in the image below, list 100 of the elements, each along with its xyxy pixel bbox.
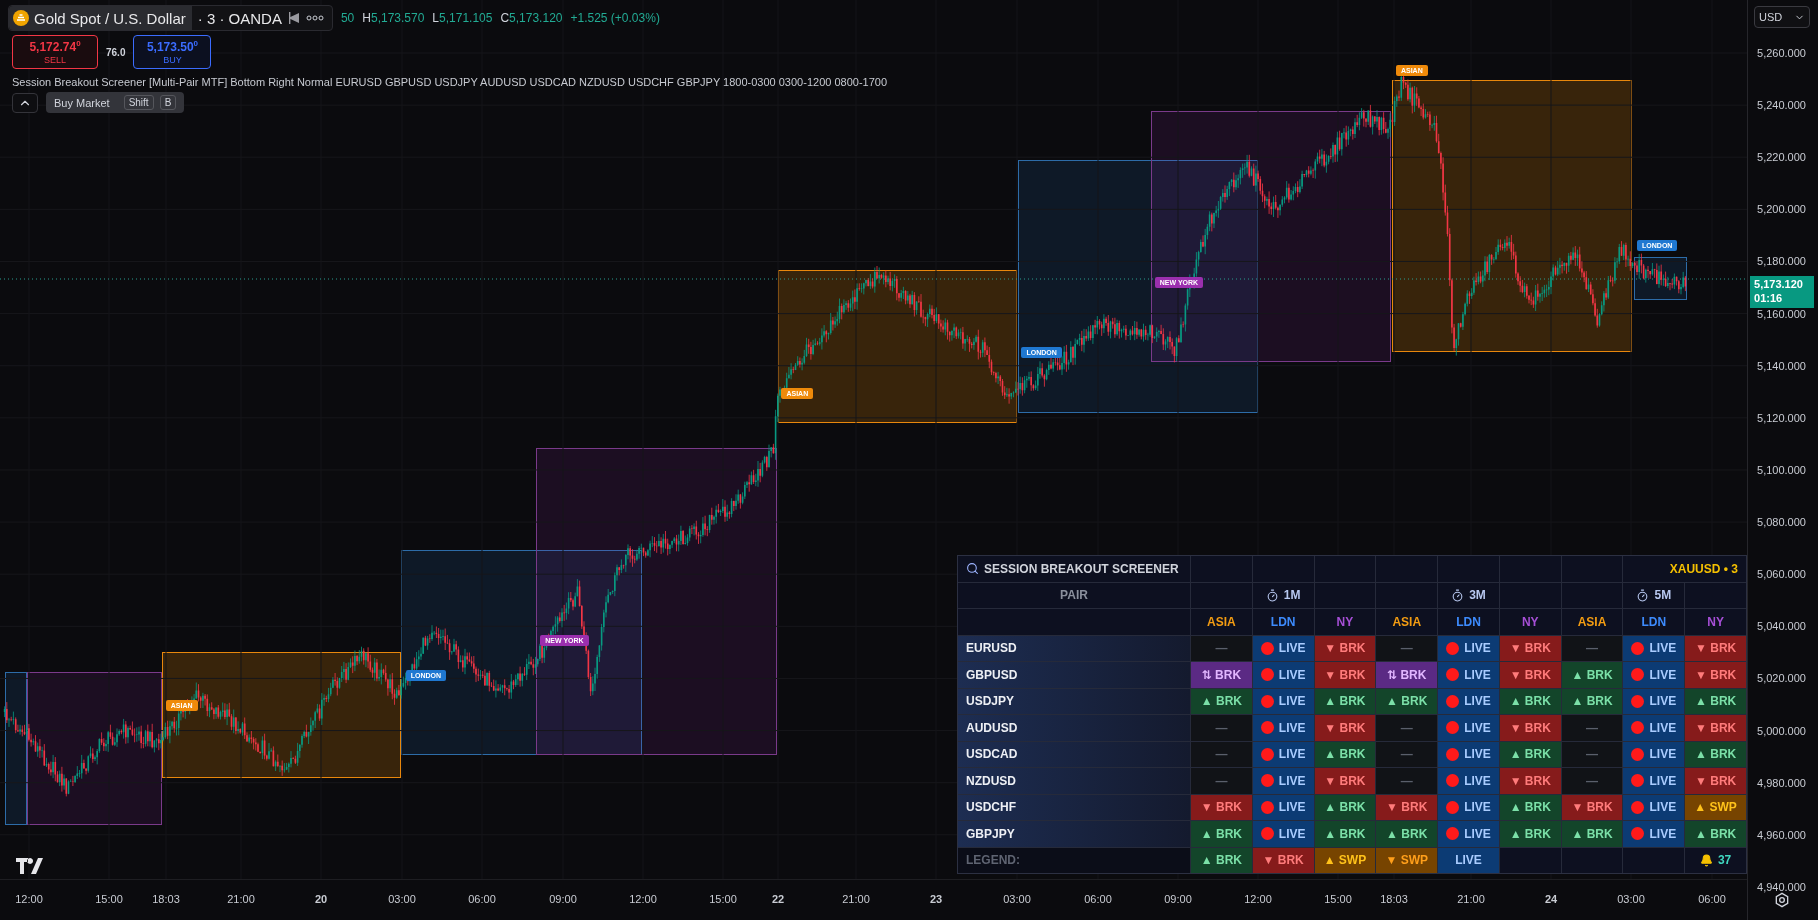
price-label: 5,100.000 [1757,463,1806,476]
status-label: ▼ BRK [1262,853,1304,868]
time-label: 21:00 [227,893,255,906]
symbol-badge: XAUUSD • 3 [1623,556,1746,582]
session-header: ASIA [1191,609,1252,635]
status-label: LIVE [1464,826,1491,841]
time-label: 03:00 [388,893,416,906]
live-dot-icon [1446,694,1460,708]
live-dot-icon [1260,641,1274,655]
timer-icon [1636,588,1650,602]
status-label: ▼ BRK [1509,720,1551,735]
pair-cell: USDJPY [958,688,1190,714]
time-label: 12:00 [629,893,657,906]
status-label: ▲ BRK [1509,800,1551,815]
bar-countdown: 01:16 [1754,291,1784,306]
timeframe-label: 1M [1283,588,1301,603]
price-label: 5,000.000 [1757,724,1806,737]
status-label: — [1586,747,1599,762]
price-label: 5,200.000 [1757,203,1806,216]
price-label: 5,180.000 [1757,255,1806,268]
live-dot-icon [1260,827,1274,841]
symbol-name[interactable]: Gold Spot / U.S. Dollar [9,6,192,30]
ohlc-value: 50 [340,11,355,25]
status-label: — [1400,747,1413,762]
search-icon [966,562,979,576]
status-label: LIVE [1649,826,1677,841]
status-label: ▼ BRK [1695,720,1737,735]
price-label: 5,040.000 [1757,620,1806,633]
key-cap: Shift [123,95,154,110]
status-label: LIVE [1464,641,1491,656]
live-dot-icon [1260,721,1274,735]
status-label: ▼ BRK [1324,720,1366,735]
timer-icon [1451,588,1465,602]
currency-dropdown[interactable]: USD [1754,6,1811,28]
status-label: — [1215,773,1228,788]
price-label: 5,120.000 [1757,411,1806,424]
status-label: LIVE [1278,747,1306,762]
indicator-title: Session Breakout Screener [Multi-Pair MTF] Bottom Right Normal EURUSD GBPUSD USDJPY AUDUSD USDCAD NZDUSD USDCHF GBPJPY 1800-0300 0300-1200 0800-1700 [12,76,888,88]
alert-count: 37 [1717,853,1732,868]
collapse-button[interactable] [12,92,38,113]
live-dot-icon [1260,774,1274,788]
symbol-meta: · 3 · OANDA [197,9,282,27]
status-label: ▲ SWP [1694,800,1737,815]
settings-icon[interactable] [1774,892,1791,908]
key-cap: B [159,95,177,110]
time-label: 20 [314,893,328,906]
live-dot-icon [1631,800,1645,814]
timeframe-label: 5M [1654,588,1672,603]
time-label: 03:00 [1617,893,1645,906]
status-label: LIVE [1455,853,1482,868]
screener-title: SESSION BREAKOUT SCREENER [984,561,1179,576]
status-label: ▼ BRK [1386,800,1428,815]
timer-icon [1265,588,1279,602]
price-label: 5,060.000 [1757,568,1806,581]
live-dot-icon [1631,641,1645,655]
time-label: 03:00 [1003,893,1031,906]
live-dot-icon [1446,827,1460,841]
status-label: LIVE [1464,720,1491,735]
status-label: — [1586,641,1599,656]
tooltip-text: Buy Market [54,96,110,109]
time-label: 24 [1544,893,1558,906]
status-label: ▼ BRK [1571,800,1613,815]
status-label: LIVE [1278,694,1306,709]
status-label: LIVE [1464,694,1491,709]
live-dot-icon [1631,774,1645,788]
pair-cell: GBPUSD [958,662,1190,688]
buy-button[interactable]: 5,173.50$^{0}$ BUY [133,35,212,69]
time-label: 18:03 [152,893,180,906]
spread-value: 76.0 [106,46,126,58]
status-label: LIVE [1649,667,1677,682]
symbol-bar[interactable]: Gold Spot / U.S. Dollar · 3 · OANDA [8,5,333,31]
status-label: LIVE [1278,720,1306,735]
flag-icon[interactable] [287,12,300,24]
ohlc-value: C5,173.120 [500,11,563,25]
ohlc-value: H5,173.570 [362,11,425,25]
time-label: 22 [771,893,785,906]
status-label: LIVE [1464,747,1491,762]
pair-cell: EURUSD [958,635,1190,661]
status-label: ▲ BRK [1571,694,1613,709]
status-label: ▼ BRK [1695,773,1737,788]
time-label: 15:00 [709,893,737,906]
status-label: ▲ BRK [1509,694,1551,709]
status-label: — [1215,747,1228,762]
status-label: LIVE [1649,747,1677,762]
bell-icon [1699,853,1713,867]
price-label: 5,260.000 [1757,47,1806,59]
status-label: LIVE [1464,773,1491,788]
more-icon[interactable] [305,15,324,21]
status-label: LIVE [1278,641,1306,656]
status-label: ▲ BRK [1324,826,1366,841]
live-dot-icon [1446,641,1460,655]
price-label: 5,220.000 [1757,151,1806,164]
coin-icon [13,10,29,26]
status-label: ▼ BRK [1695,667,1737,682]
time-label: 23 [929,893,943,906]
status-label: ▲ BRK [1695,826,1737,841]
live-dot-icon [1260,747,1274,761]
status-label: LIVE [1278,667,1306,682]
sell-button[interactable]: 5,172.74$^{0}$ SELL [12,35,98,69]
price-label: 5,080.000 [1757,516,1806,529]
